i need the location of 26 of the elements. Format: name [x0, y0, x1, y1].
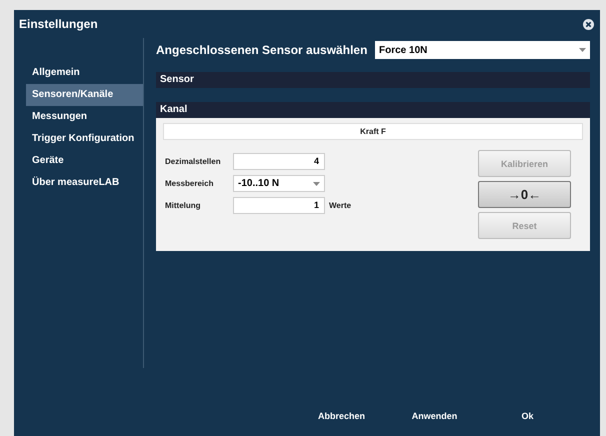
footer-button[interactable]: Anwenden [388, 408, 481, 424]
footer-button[interactable]: Ok [481, 408, 574, 424]
section-header: Sensor [156, 72, 590, 88]
input-field[interactable]: 1 [233, 197, 325, 214]
sidebar-item[interactable]: Geräte [26, 150, 143, 172]
sensor-select-label: Angeschlossenen Sensor auswählen [156, 43, 368, 57]
section-header: Kanal [156, 102, 590, 118]
sidebar-item[interactable]: Allgemein [26, 62, 143, 84]
range-dropdown[interactable]: -10..10 N [233, 175, 325, 192]
sidebar-item[interactable]: Sensoren/Kanäle [26, 84, 143, 106]
sensor-dropdown[interactable]: Force 10N [375, 41, 590, 59]
sidebar-item[interactable]: Messungen [26, 106, 143, 128]
caret-icon [579, 48, 586, 52]
channel-name-field: Kraft F [163, 123, 583, 140]
window-title: Einstellungen [19, 17, 98, 31]
caret-icon [313, 182, 320, 186]
sidebar-item[interactable]: Über measureLAB [26, 172, 143, 194]
channel-button[interactable]: →0← [478, 181, 571, 208]
unit-label: Werte [329, 201, 352, 210]
field-label: Dezimalstellen [165, 157, 222, 166]
footer-button[interactable]: Abbrechen [295, 408, 388, 424]
input-field[interactable]: 4 [233, 153, 325, 170]
sidebar-item[interactable]: Trigger Konfiguration [26, 128, 143, 150]
field-label: Messbereich [165, 179, 214, 188]
field-label: Mittelung [165, 201, 202, 210]
close-icon[interactable] [583, 18, 594, 30]
